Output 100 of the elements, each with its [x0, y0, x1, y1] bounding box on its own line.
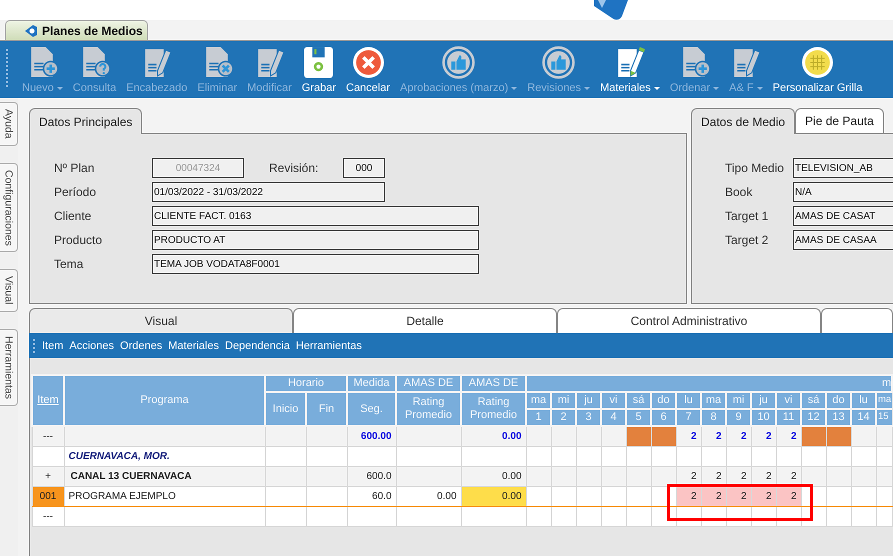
menu-item[interactable]: Acciones	[66, 340, 118, 352]
input-field[interactable]: AMAS DE CASAT	[793, 206, 893, 226]
table-cell	[347, 446, 396, 466]
field-label: Target 2	[725, 233, 770, 247]
table-cell: 001	[32, 486, 64, 506]
caret-icon	[56, 86, 63, 90]
input-field[interactable]: 01/03/2022 - 31/03/2022	[152, 182, 385, 202]
field-label: Cliente	[54, 209, 92, 223]
column-header: Horario	[265, 375, 348, 392]
caret-icon	[756, 86, 763, 90]
column-header: Medida	[347, 375, 396, 392]
table-cell	[801, 446, 826, 466]
table-cell	[826, 506, 852, 526]
input-field[interactable]: CLIENTE FACT. 0163	[152, 206, 479, 226]
app-tab[interactable]: Planes de Medios	[5, 20, 148, 40]
column-header: 5	[626, 409, 652, 426]
table-cell	[396, 506, 462, 526]
column-header: lu	[851, 392, 876, 409]
column-header: lu	[676, 392, 702, 409]
column-header: Rating Promedio	[396, 392, 462, 426]
toolbar-button[interactable]: Grabar	[302, 41, 336, 94]
column-header: sá	[626, 392, 652, 409]
column-header: m	[526, 375, 892, 392]
column-header: 11	[776, 409, 802, 426]
table-cell: 0.00	[461, 486, 526, 506]
table-cell: 600.00	[347, 426, 396, 446]
side-tab[interactable]: Configuraciones	[0, 162, 18, 252]
table-cell: 2	[726, 426, 752, 446]
view-tab[interactable]: Control Administrativo	[557, 308, 821, 333]
column-header: ju	[751, 392, 776, 409]
column-header: vi	[776, 392, 802, 409]
input-field[interactable]: PRODUCTO AT	[152, 230, 479, 250]
column-header: Seg.	[347, 392, 396, 426]
column-header: 3	[576, 409, 602, 426]
column-header: 7	[676, 409, 702, 426]
toolbar-button[interactable]: Materiales	[600, 41, 660, 94]
toolbar-button[interactable]: Cancelar	[346, 41, 390, 94]
column-header: 6	[651, 409, 676, 426]
table-cell	[396, 446, 462, 466]
column-header: do	[826, 392, 852, 409]
column-header: Inicio	[265, 392, 306, 426]
caret-icon	[713, 86, 720, 90]
column-header: 14	[851, 409, 876, 426]
table-cell: 0.00	[461, 426, 526, 446]
view-tab[interactable]: Detalle	[293, 308, 557, 333]
panel-tab[interactable]: Datos de Medio	[691, 108, 796, 134]
table-cell: +	[32, 466, 64, 486]
table-cell	[306, 426, 348, 446]
input-field[interactable]: TELEVISION_AB	[793, 158, 893, 178]
table-cell	[701, 446, 726, 466]
table-cell: 2	[676, 426, 702, 446]
table-cell: 0.00	[461, 466, 526, 486]
side-tab[interactable]: Ayuda	[0, 102, 18, 146]
field-label: Período	[54, 185, 98, 199]
menu-item[interactable]: Materiales	[165, 340, 222, 352]
table-cell	[751, 446, 776, 466]
panel-tab[interactable]: Pie de Pauta	[795, 108, 884, 133]
table-cell: 60.0	[347, 486, 396, 506]
table-cell: ---	[32, 426, 64, 446]
caret-icon	[654, 86, 660, 90]
table-cell	[626, 446, 652, 466]
column-header: 13	[826, 409, 852, 426]
table-cell	[396, 426, 462, 446]
table-cell	[851, 506, 876, 526]
table-cell: 2	[751, 486, 776, 506]
grid-icon	[801, 46, 834, 79]
table-cell	[776, 446, 802, 466]
table-cell	[265, 466, 306, 486]
panel-tab[interactable]: Datos Principales	[29, 108, 142, 134]
table-cell	[347, 506, 396, 526]
table-cell	[726, 446, 752, 466]
view-tab[interactable]: Visual	[29, 308, 293, 333]
column-header: AMAS DE	[396, 375, 462, 392]
input-field[interactable]: N/A	[793, 182, 893, 202]
table-cell	[306, 506, 348, 526]
input-field[interactable]: AMAS DE CASAA	[793, 230, 893, 250]
table-cell	[461, 506, 526, 526]
field-label: Target 1	[725, 209, 770, 223]
input-field[interactable]: TEMA JOB VODATA8F0001	[152, 254, 479, 274]
table-cell: 2	[751, 426, 776, 446]
column-header: 9	[726, 409, 752, 426]
field-label: Book	[725, 185, 754, 199]
caret-icon	[584, 86, 590, 90]
side-tab[interactable]: Visual	[0, 269, 18, 312]
menu-item[interactable]: Herramientas	[292, 340, 365, 352]
table-cell	[526, 446, 552, 466]
table-cell: ---	[32, 506, 64, 526]
menu-item[interactable]: Item	[39, 340, 66, 352]
table-cell	[626, 506, 652, 526]
field-label: Tema	[54, 257, 84, 271]
view-tab[interactable]	[821, 308, 893, 333]
menu-item[interactable]: Ordenes	[117, 340, 166, 352]
toolbar-button[interactable]: Personalizar Grilla	[772, 41, 862, 94]
drop-icon	[24, 24, 38, 38]
table-cell	[396, 466, 462, 486]
table-cell: 2	[726, 486, 752, 506]
column-header: 4	[601, 409, 626, 426]
menu-item[interactable]: Dependencia	[222, 340, 293, 352]
column-header: AMAS DE	[461, 375, 526, 392]
side-tab[interactable]: Herramientas	[0, 328, 18, 406]
